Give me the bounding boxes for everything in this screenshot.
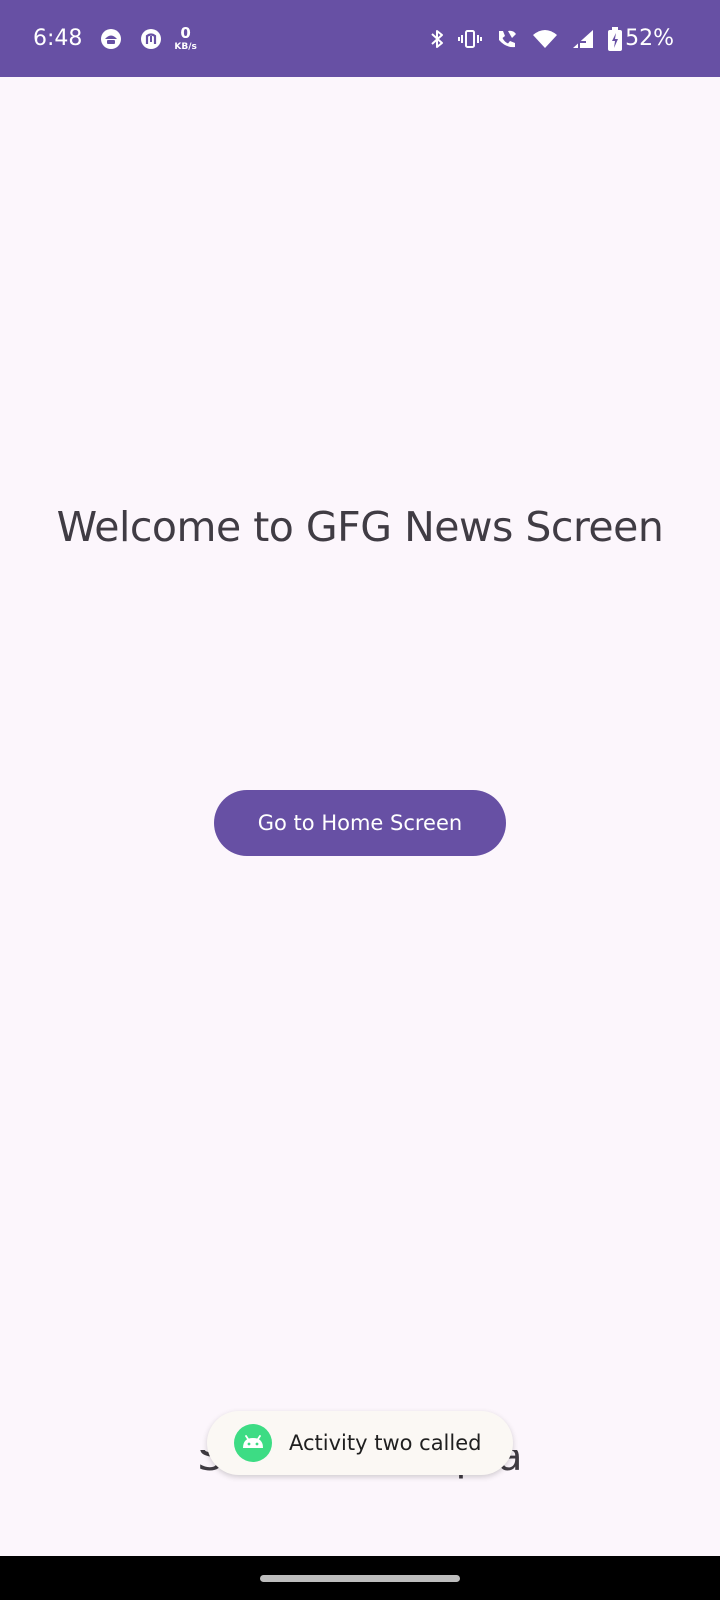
battery: 52% xyxy=(608,26,674,51)
battery-charging-icon xyxy=(608,26,623,51)
toast-message: Activity two called xyxy=(289,1431,482,1455)
bluetooth-icon xyxy=(429,28,445,50)
network-speed-value: 0 xyxy=(180,23,191,42)
android-icon xyxy=(234,1424,272,1462)
network-speed: 0 KB/s xyxy=(174,23,197,52)
wifi-icon xyxy=(532,28,558,50)
toast: Activity two called xyxy=(207,1411,513,1475)
navigation-bar xyxy=(0,1556,720,1600)
vibrate-icon xyxy=(458,28,483,50)
app-notification-icon xyxy=(100,28,122,50)
status-time: 6:48 xyxy=(33,26,83,51)
status-left: 6:48 0 KB/s xyxy=(33,23,197,52)
go-to-home-screen-button[interactable]: Go to Home Screen xyxy=(214,790,506,856)
signal-icon xyxy=(571,28,595,50)
home-gesture-handle[interactable] xyxy=(260,1575,460,1582)
status-right: 52% xyxy=(429,26,674,51)
n-app-icon xyxy=(140,28,162,50)
network-speed-unit: KB/s xyxy=(174,41,197,52)
battery-percent: 52% xyxy=(625,26,674,51)
wifi-call-icon xyxy=(495,27,519,51)
status-bar: 6:48 0 KB/s 52% xyxy=(0,0,720,77)
page-title: Welcome to GFG News Screen xyxy=(56,503,664,551)
